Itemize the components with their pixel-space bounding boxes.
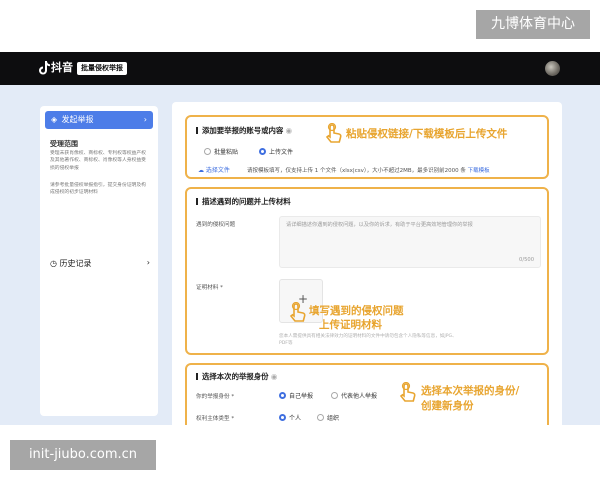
radio-upload[interactable]: 上传文件 — [259, 147, 293, 156]
download-template-link[interactable]: 下载模板 — [468, 168, 490, 174]
section-add-target: 添加要举报的账号或内容 ◉ 粘贴侵权链接/下载模板后上传文件 批量粘贴 上传文件… — [185, 115, 549, 179]
watermark-top: 九博体育中心 — [476, 10, 590, 39]
page-tag: 批量侵权举报 — [77, 62, 127, 75]
avatar[interactable] — [545, 61, 560, 76]
cloud-upload-icon: ☁ — [198, 167, 206, 174]
callout-identity-line1: 选择本次举报的身份/ — [421, 385, 520, 397]
scope-text: 受理未获肖像权、商标权、专利权等权益产权及其他著作权、商标权、肖像权等人身权益受… — [50, 151, 146, 171]
problem-textarea[interactable]: 请详细描述你遇到的侵权问题，以及你的诉求，有助于平台更高效地管理你的举报 0/5… — [279, 216, 541, 268]
callout-describe-line2: 上传证明材料 — [319, 319, 382, 331]
section-describe: 描述遇到的问题并上传材料 遇到的侵权问题 请详细描述你遇到的侵权问题，以及你的诉… — [185, 187, 549, 355]
evidence-label: 证明材料 * — [196, 285, 223, 291]
tiktok-logo-icon[interactable] — [38, 61, 50, 75]
scope-tip: 请参考批量侵权举报指引，提交身份证明及构成侵权的初步证明材料 — [50, 183, 146, 196]
chevron-right-icon: › — [146, 258, 150, 267]
hand-pointer-icon — [399, 382, 416, 402]
radio-person[interactable]: 个人 — [279, 413, 301, 422]
radio-agent-report[interactable]: 代表他人举报 — [331, 391, 377, 400]
hand-pointer-icon — [325, 123, 342, 143]
chevron-right-icon: › — [143, 115, 147, 124]
sidebar: ◈ 发起举报 › 受理范围 受理未获肖像权、商标权、专利权等权益产权及其他著作权… — [40, 106, 158, 416]
sidebar-item-history[interactable]: ◷ 历史记录 › — [50, 258, 150, 269]
section-identity: 选择本次的举报身份 ◉ 你的举报身份 * 自己举报 代表他人举报 权利主体类型 … — [185, 363, 549, 425]
select-file-button[interactable]: ☁ 选择文件 — [198, 165, 230, 174]
section-title: 添加要举报的账号或内容 ◉ — [196, 125, 292, 136]
watermark-bottom: init-jiubo.com.cn — [10, 440, 156, 470]
sidebar-item-label: 历史记录 — [59, 259, 92, 268]
sidebar-item-label: 发起举报 — [61, 115, 94, 124]
top-bar: 抖音 批量侵权举报 — [0, 52, 600, 85]
hand-pointer-icon — [289, 302, 306, 322]
sidebar-item-report[interactable]: ◈ 发起举报 › — [45, 111, 153, 129]
upload-hint: 请按模板填写，仅支持上传 1 个文件（xlsx|csv），大小不超过2MB，最多… — [247, 168, 490, 174]
callout-describe-line1: 填写遇到的侵权问题 — [309, 305, 404, 317]
evidence-hint: 您本人需提供具有相关法律效力的证明材料的文件中请勿包含个人隐私等信息，如JPG、… — [279, 334, 457, 346]
callout-identity-line2: 创建新身份 — [421, 400, 474, 412]
identity-label: 你的举报身份 * — [196, 394, 235, 400]
radio-paste[interactable]: 批量粘贴 — [204, 147, 238, 156]
screenshot-root: 九博体育中心 抖音 批量侵权举报 ◈ 发起举报 › 受理范围 受理未获肖像权、商… — [0, 0, 600, 480]
app-name[interactable]: 抖音 — [51, 60, 73, 76]
callout-paste: 粘贴侵权链接/下载模板后上传文件 — [346, 128, 508, 140]
main-panel: 添加要举报的账号或内容 ◉ 粘贴侵权链接/下载模板后上传文件 批量粘贴 上传文件… — [172, 102, 562, 425]
radio-self-report[interactable]: 自己举报 — [279, 391, 313, 400]
subject-type-label: 权利主体类型 * — [196, 416, 235, 422]
tag-icon: ◈ — [51, 115, 58, 124]
problem-placeholder: 请详细描述你遇到的侵权问题，以及你的诉求，有助于平台更高效地管理你的举报 — [286, 222, 473, 228]
app-window: 抖音 批量侵权举报 ◈ 发起举报 › 受理范围 受理未获肖像权、商标权、专利权等… — [0, 52, 600, 425]
clock-icon: ◷ — [50, 259, 57, 268]
scope-title: 受理范围 — [50, 140, 78, 148]
char-counter: 0/500 — [519, 257, 534, 263]
section-title: 选择本次的举报身份 ◉ — [196, 371, 277, 382]
radio-org[interactable]: 组织 — [317, 413, 339, 422]
problem-label: 遇到的侵权问题 — [196, 222, 236, 228]
section-title: 描述遇到的问题并上传材料 — [196, 196, 291, 207]
